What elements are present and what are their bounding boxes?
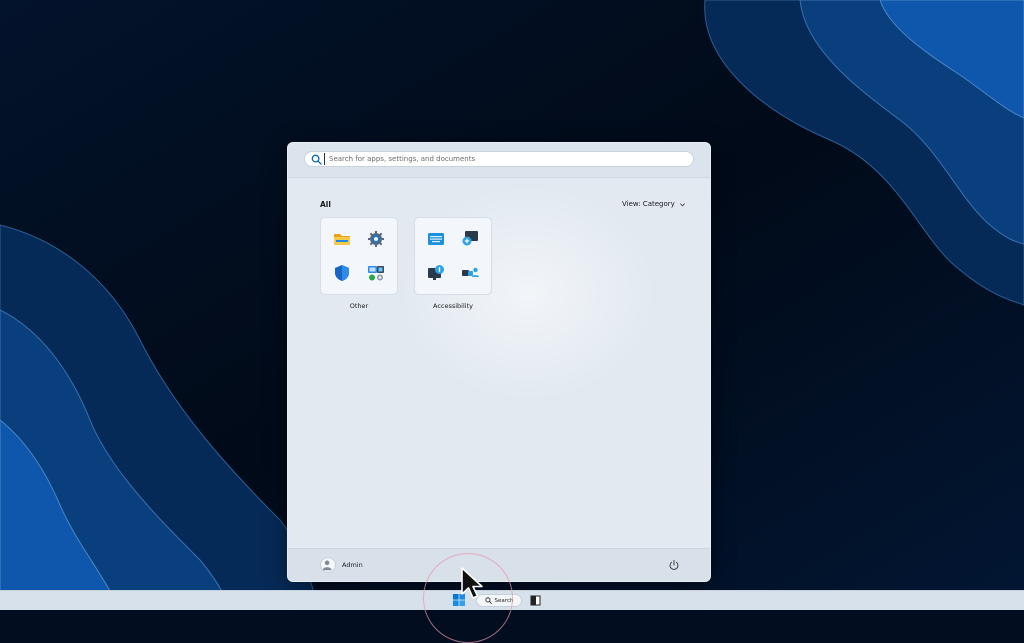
search-icon [484,597,492,604]
taskbar: Search [0,590,1024,610]
start-menu-search-area [288,143,710,178]
start-search-input[interactable] [324,153,669,165]
avatar [320,557,336,573]
category-accessibility[interactable] [414,217,492,295]
user-name: Admin [342,561,363,569]
chevron-down-icon [679,202,685,206]
file-explorer-icon [334,234,350,245]
magnifier-icon [462,231,478,246]
power-icon[interactable] [668,559,680,571]
narrator-icon [428,265,444,280]
windows-security-shield-icon [335,265,349,281]
windows-start-icon[interactable] [452,593,466,607]
view-category-dropdown[interactable]: View: Category [622,200,686,208]
user-account-button[interactable]: Admin [320,557,363,573]
section-title-all: All [320,200,331,209]
taskbar-search-button[interactable]: Search [476,594,522,607]
task-view-icon[interactable] [530,595,541,606]
on-screen-keyboard-icon [428,233,444,245]
settings-gear-icon [368,231,384,247]
category-other[interactable] [320,217,398,295]
voice-access-icon [462,267,479,277]
start-menu-footer: Admin [288,548,710,581]
start-search-box[interactable] [304,151,694,167]
start-menu: All View: Category [287,142,711,582]
user-icon [322,560,332,571]
search-icon [311,154,322,165]
category-label-other: Other [349,302,369,310]
taskbar-search-label: Search [494,597,514,604]
view-dropdown-label: View: Category [622,200,675,208]
category-label-accessibility: Accessibility [433,302,473,310]
control-panel-icon [368,266,384,281]
